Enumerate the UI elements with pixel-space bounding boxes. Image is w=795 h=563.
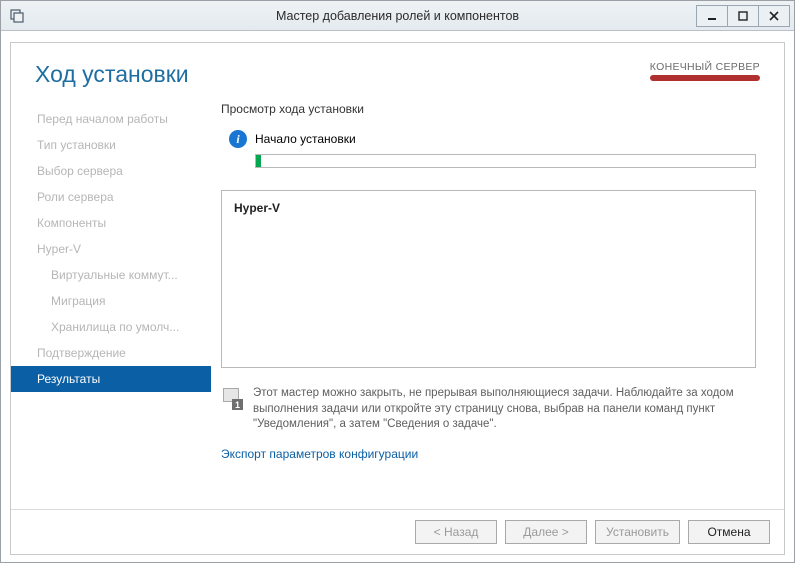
titlebar: Мастер добавления ролей и компонентов	[1, 1, 794, 31]
sidebar-step[interactable]: Результаты	[11, 366, 211, 392]
wizard-body: Перед началом работыТип установкиВыбор с…	[11, 96, 784, 509]
sidebar-step[interactable]: Виртуальные коммут...	[11, 262, 211, 288]
page-title: Ход установки	[35, 61, 189, 88]
install-button[interactable]: Установить	[595, 520, 680, 544]
info-note: 1 Этот мастер можно закрыть, не прерывая…	[221, 386, 756, 433]
sidebar-step[interactable]: Перед началом работы	[11, 106, 211, 132]
status-text: Начало установки	[255, 132, 356, 146]
wizard-panel: Ход установки КОНЕЧНЫЙ СЕРВЕР Перед нача…	[10, 42, 785, 555]
window-controls	[697, 5, 790, 27]
install-role-name: Hyper-V	[234, 201, 743, 215]
sidebar-step[interactable]: Подтверждение	[11, 340, 211, 366]
info-note-text: Этот мастер можно закрыть, не прерывая в…	[253, 386, 756, 433]
export-config-link[interactable]: Экспорт параметров конфигурации	[221, 447, 756, 461]
app-icon	[9, 8, 25, 24]
install-details-box: Hyper-V	[221, 190, 756, 368]
wizard-steps-sidebar: Перед началом работыТип установкиВыбор с…	[11, 96, 211, 509]
sidebar-step[interactable]: Компоненты	[11, 210, 211, 236]
minimize-button[interactable]	[696, 5, 728, 27]
wizard-main: Просмотр хода установки i Начало установ…	[211, 96, 784, 509]
maximize-button[interactable]	[727, 5, 759, 27]
close-button[interactable]	[758, 5, 790, 27]
cancel-button[interactable]: Отмена	[688, 520, 770, 544]
sidebar-step[interactable]: Тип установки	[11, 132, 211, 158]
sidebar-step[interactable]: Миграция	[11, 288, 211, 314]
window-title: Мастер добавления ролей и компонентов	[1, 9, 794, 23]
back-button[interactable]: < Назад	[415, 520, 497, 544]
sidebar-step[interactable]: Хранилища по умолч...	[11, 314, 211, 340]
sidebar-step[interactable]: Роли сервера	[11, 184, 211, 210]
wizard-header: Ход установки КОНЕЧНЫЙ СЕРВЕР	[11, 43, 784, 96]
next-button[interactable]: Далее >	[505, 520, 587, 544]
status-row: i Начало установки	[229, 130, 756, 148]
info-icon: i	[229, 130, 247, 148]
destination-server: КОНЕЧНЫЙ СЕРВЕР	[650, 61, 760, 81]
section-label: Просмотр хода установки	[221, 102, 756, 116]
flag-icon: 1	[221, 388, 243, 410]
destination-redacted	[650, 75, 760, 81]
sidebar-step[interactable]: Выбор сервера	[11, 158, 211, 184]
sidebar-step[interactable]: Hyper-V	[11, 236, 211, 262]
wizard-footer: < Назад Далее > Установить Отмена	[11, 509, 784, 554]
progress-bar	[255, 154, 756, 168]
destination-label: КОНЕЧНЫЙ СЕРВЕР	[650, 61, 760, 73]
